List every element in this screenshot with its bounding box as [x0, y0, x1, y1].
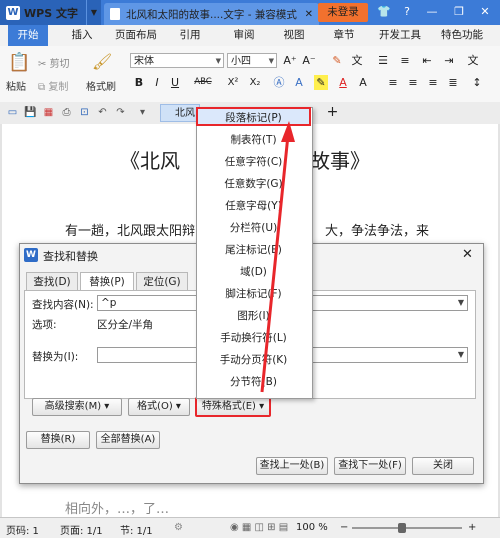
- page-code: 页码: 1: [6, 526, 39, 537]
- settings-icon[interactable]: ⚙: [174, 522, 183, 533]
- zoom-in-icon[interactable]: +: [468, 522, 476, 533]
- view-icons[interactable]: ◉ ▦ ◫ ⊞ ▤: [230, 522, 288, 533]
- zoom-slider[interactable]: [352, 527, 462, 529]
- status-bar: 页码: 1 页面: 1/1 节: 1/1 ⚙ ◉ ▦ ◫ ⊞ ▤ 100 % −…: [0, 517, 500, 538]
- section-info: 节: 1/1: [120, 526, 153, 537]
- zoom-slider-handle[interactable]: [398, 523, 406, 533]
- page-count: 页面: 1/1: [60, 526, 103, 537]
- zoom-value: 100 %: [296, 522, 328, 533]
- annotation-arrow: [260, 121, 295, 393]
- zoom-out-icon[interactable]: −: [340, 522, 348, 533]
